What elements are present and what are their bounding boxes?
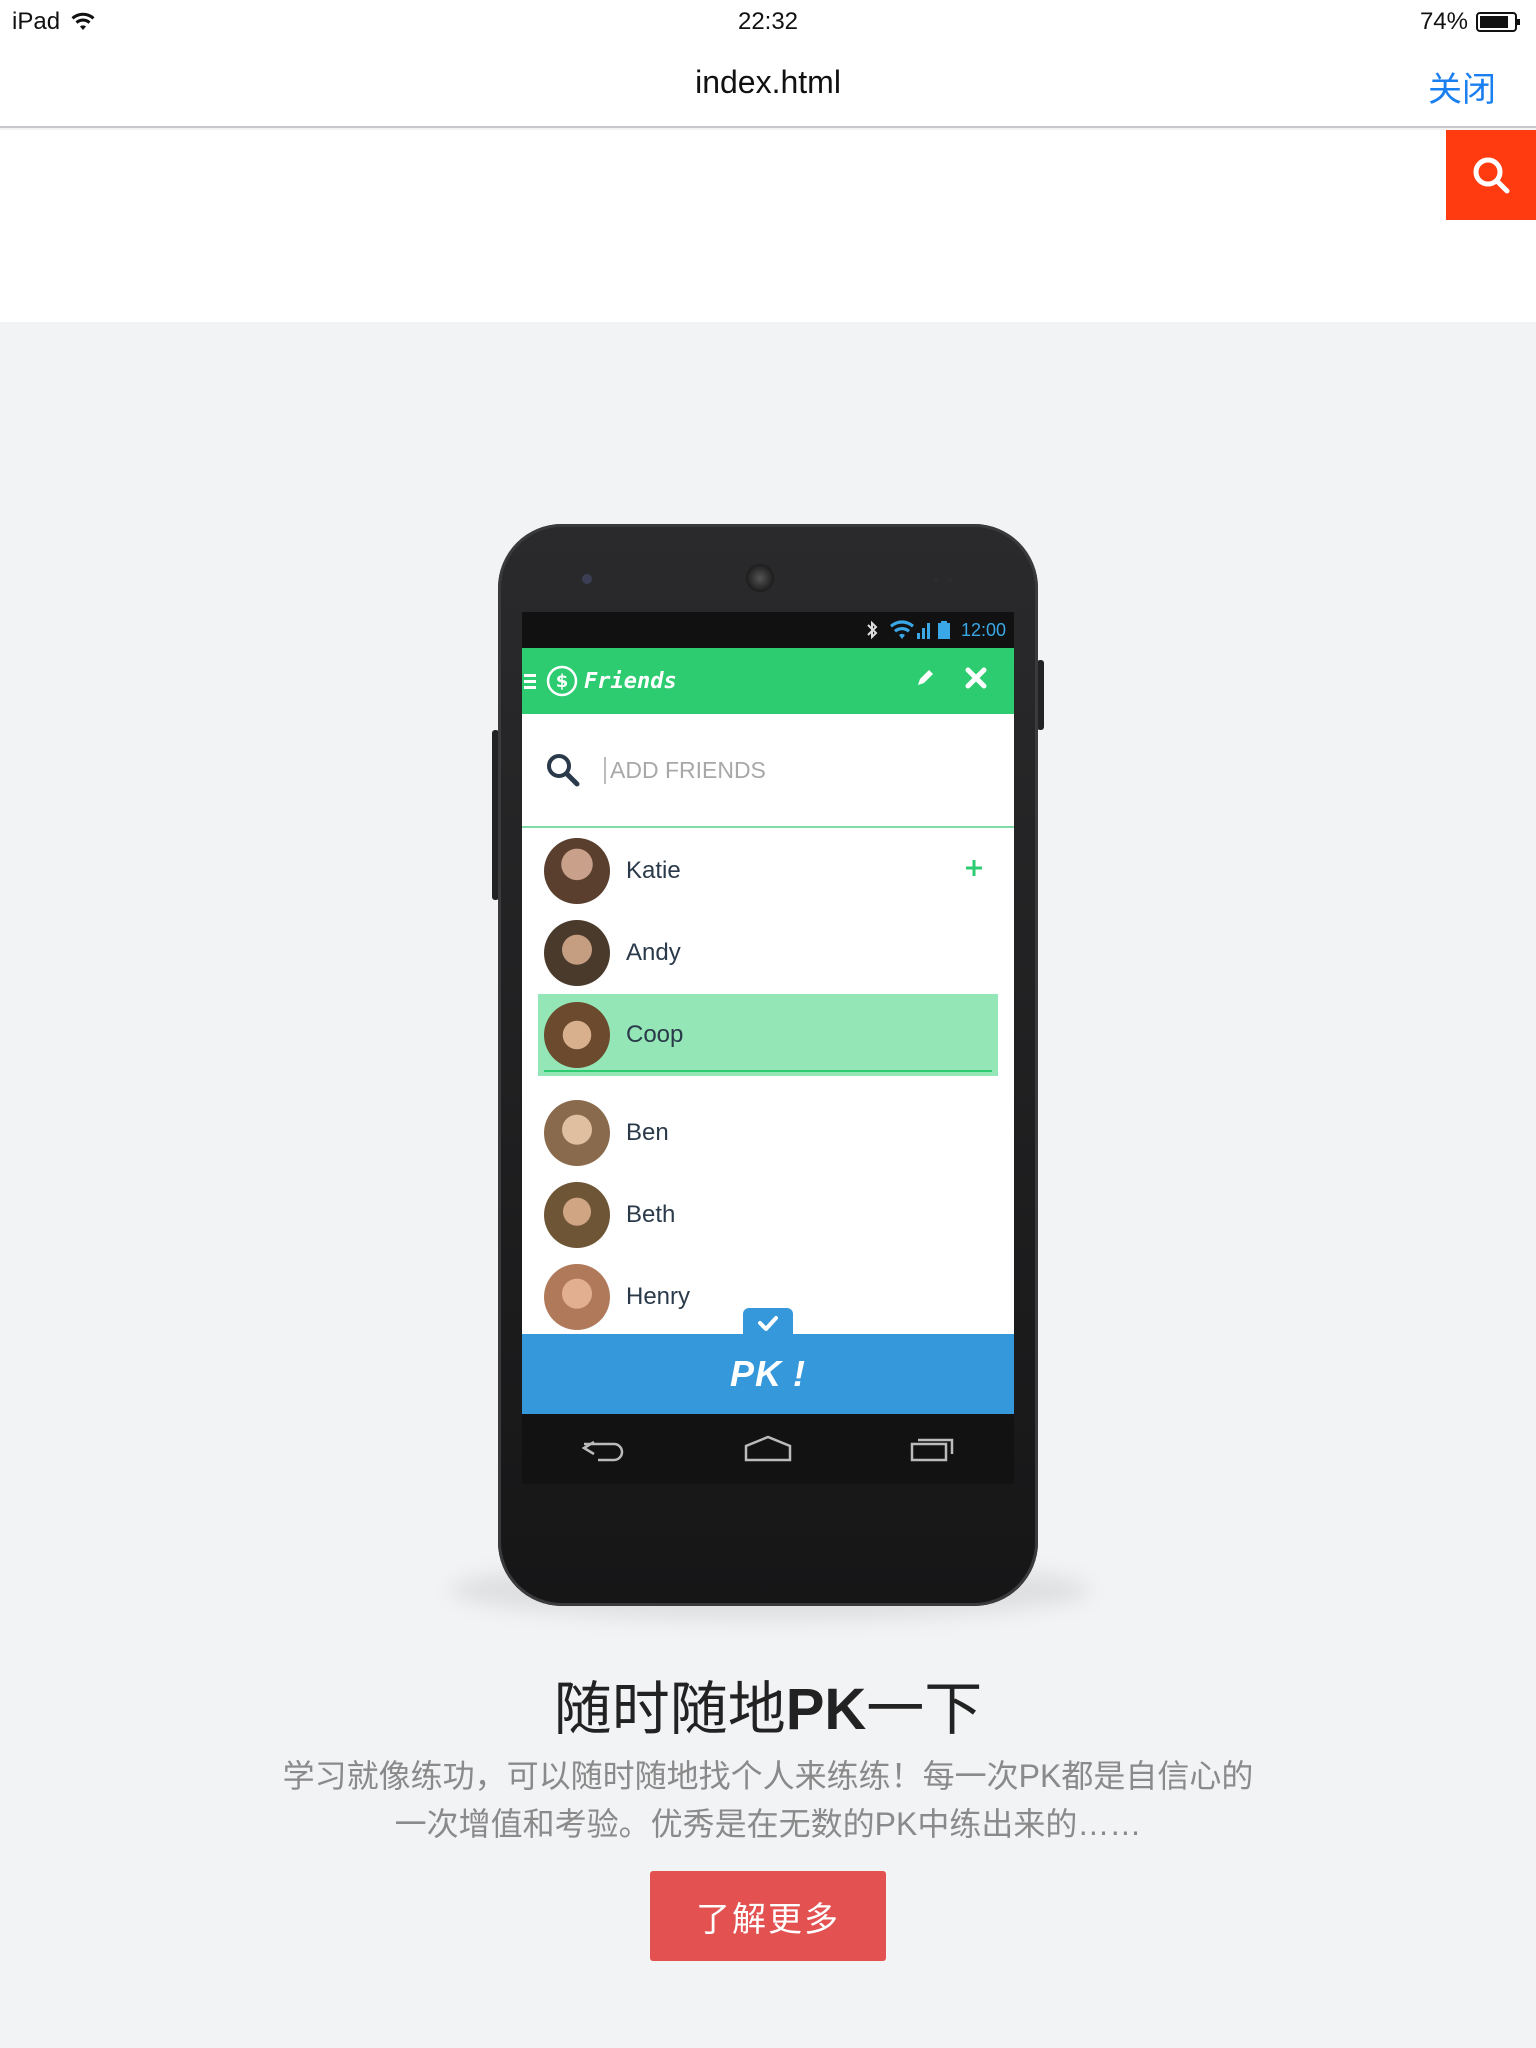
add-friends-input[interactable]: [604, 756, 984, 784]
headline: 随时随地PK一下: [0, 1662, 1536, 1746]
phone-speaker: [746, 564, 774, 592]
avatar: [544, 1002, 610, 1068]
close-icon[interactable]: [964, 666, 988, 690]
magnifier-icon: [547, 754, 580, 787]
add-friends-search: [522, 714, 1014, 828]
friend-item-katie[interactable]: Katie: [538, 830, 998, 912]
avatar: [544, 920, 610, 986]
android-clock: 12:00: [960, 619, 1006, 640]
friend-name: Ben: [626, 1119, 669, 1146]
avatar: [544, 1264, 610, 1330]
recent-apps-icon[interactable]: [908, 1434, 956, 1464]
headline-part: 随时随地: [553, 1677, 786, 1742]
phone-mockup: 12:00 $ Friends ADD FRIENDS Katie Andy C…: [498, 524, 1038, 1606]
android-status-bar: 12:00: [522, 612, 1014, 648]
friend-item-beth[interactable]: Beth: [538, 1174, 998, 1256]
pk-tab: [743, 1308, 793, 1338]
battery-percent: 74%: [1419, 8, 1468, 35]
svg-text:$: $: [556, 671, 569, 692]
description: 学习就像练功，可以随时随地找个人来练练！每一次PK都是自信心的一次增值和考验。优…: [282, 1758, 1254, 1842]
action-bar-actions: [914, 666, 988, 690]
pk-button[interactable]: PK !: [522, 1308, 1014, 1414]
status-right: 74%: [1420, 8, 1522, 36]
bluetooth-icon: [867, 620, 878, 640]
app-title: Friends: [584, 668, 677, 694]
search-button[interactable]: [1446, 130, 1536, 220]
friend-item-ben[interactable]: Ben: [538, 1092, 998, 1174]
battery-icon: [1476, 12, 1520, 32]
home-icon[interactable]: [744, 1434, 792, 1464]
menu-icon[interactable]: [524, 672, 538, 690]
headline-part: 一下: [866, 1677, 983, 1742]
friend-item-andy[interactable]: Andy: [538, 912, 998, 994]
browser-chrome: iPad 22:32 74% index.html 关闭: [0, 0, 1536, 128]
status-bar: iPad 22:32 74%: [0, 0, 1536, 40]
avatar: [544, 1100, 610, 1166]
edit-icon[interactable]: [914, 667, 936, 689]
app-action-bar: $ Friends: [522, 648, 1014, 714]
android-status-icons: [865, 619, 951, 641]
friend-item-coop[interactable]: Coop: [538, 994, 998, 1076]
site-header: [0, 130, 1536, 322]
close-button[interactable]: 关闭: [1428, 62, 1496, 111]
friend-name: Katie: [626, 857, 681, 884]
pk-label: PK !: [730, 1353, 806, 1394]
list-divider: [544, 1070, 992, 1072]
learn-more-button[interactable]: 了解更多: [650, 1871, 886, 1961]
friend-name: Henry: [626, 1283, 691, 1310]
avatar: [544, 838, 610, 904]
battery-android-icon: [937, 621, 950, 639]
phone-power-button: [1037, 660, 1044, 730]
avatar: [544, 1182, 610, 1248]
friend-name: Beth: [626, 1201, 676, 1228]
page-title: index.html: [695, 64, 841, 100]
coin-logo-icon: $: [546, 665, 578, 697]
friend-name: Andy: [626, 939, 681, 966]
headline-bold: PK: [785, 1677, 867, 1742]
signal-icon: [889, 620, 930, 639]
android-nav-bar: [522, 1414, 1014, 1484]
phone-screen: 12:00 $ Friends ADD FRIENDS Katie Andy C…: [522, 612, 1014, 1484]
phone-camera: [582, 574, 592, 584]
friend-name: Coop: [626, 1021, 684, 1048]
check-icon: [758, 1316, 778, 1331]
search-icon: [1473, 157, 1510, 194]
clock: 22:32: [737, 8, 799, 35]
phone-sensors: [933, 577, 953, 583]
back-icon[interactable]: [580, 1434, 628, 1464]
plus-icon[interactable]: [964, 858, 984, 878]
